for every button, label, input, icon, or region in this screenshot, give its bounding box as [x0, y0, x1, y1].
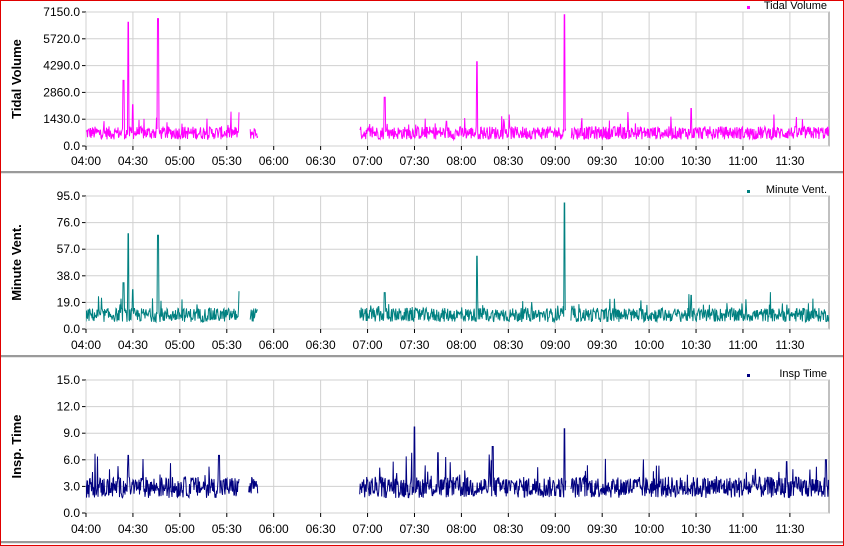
x-tick-label: 08:00	[446, 522, 476, 536]
x-tick-label: 09:00	[540, 338, 570, 352]
x-tick-label: 04:30	[118, 154, 148, 168]
x-tick-label: 10:00	[634, 154, 664, 168]
y-tick-label: 6.0	[63, 453, 80, 467]
x-tick-label: 10:30	[681, 338, 711, 352]
y-tick-label: 3.0	[63, 479, 80, 493]
x-tick-label: 11:00	[728, 338, 757, 352]
y-tick-label: 12.0	[57, 400, 81, 414]
y-tick-label: 7150.0	[43, 5, 80, 19]
y-tick-label: 57.0	[57, 242, 81, 256]
x-tick-label: 07:30	[399, 522, 429, 536]
y-tick-label: 0.0	[63, 506, 80, 520]
x-tick-label: 06:00	[259, 154, 289, 168]
y-tick-label: 15.0	[57, 373, 81, 387]
x-tick-label: 08:30	[493, 154, 523, 168]
x-tick-label: 11:30	[775, 338, 804, 352]
y-tick-label: 9.0	[63, 426, 80, 440]
y-tick-label: 4290.0	[43, 59, 80, 73]
x-tick-label: 10:00	[634, 338, 664, 352]
x-tick-label: 06:30	[306, 338, 336, 352]
x-tick-label: 05:30	[212, 522, 242, 536]
x-tick-label: 09:30	[587, 522, 617, 536]
x-tick-label: 10:00	[634, 522, 664, 536]
x-tick-label: 10:30	[681, 154, 711, 168]
legend-swatch	[747, 6, 750, 9]
y-tick-label: 0.0	[63, 322, 80, 336]
legend-swatch	[747, 374, 750, 377]
x-tick-label: 11:30	[775, 522, 804, 536]
tidal-volume-panel: 0.0 1430.0 2860.0 4290.0 5720.0 7150.0 04:00 04…	[1, 0, 843, 171]
x-tick-label: 10:30	[681, 522, 711, 536]
x-tick-label: 08:30	[493, 338, 523, 352]
y-tick-label: 38.0	[57, 269, 81, 283]
y-tick-label: 76.0	[57, 216, 81, 230]
x-tick-label: 06:00	[259, 522, 289, 536]
x-tick-label: 09:30	[587, 154, 617, 168]
x-tick-label: 07:00	[353, 154, 383, 168]
x-tick-label: 05:30	[212, 154, 242, 168]
y-axis-label: Insp. Time	[9, 414, 24, 478]
x-tick-label: 05:00	[165, 338, 195, 352]
y-tick-label: 0.0	[63, 139, 80, 153]
y-tick-label: 95.0	[57, 189, 81, 203]
y-tick-label: 19.0	[57, 295, 81, 309]
y-tick-label: 5720.0	[43, 32, 80, 46]
x-tick-label: 08:00	[446, 154, 476, 168]
x-tick-label: 08:00	[446, 338, 476, 352]
x-tick-label: 04:30	[118, 522, 148, 536]
x-tick-label: 11:30	[775, 154, 804, 168]
x-tick-label: 07:00	[353, 338, 383, 352]
legend-label: Insp Time	[779, 368, 827, 380]
x-tick-label: 06:00	[259, 338, 289, 352]
x-tick-label: 07:30	[399, 154, 429, 168]
legend-swatch	[747, 190, 750, 193]
y-tick-label: 2860.0	[43, 85, 80, 99]
x-tick-label: 09:00	[540, 522, 570, 536]
tidal-volume-chart: 0.0 1430.0 2860.0 4290.0 5720.0 7150.0 04:00 04…	[9, 0, 830, 168]
x-tick-label: 04:00	[71, 338, 101, 352]
legend-label: Minute Vent.	[766, 184, 827, 196]
insp-time-chart: 0.0 3.0 6.0 9.0 12.0 15.0 04:00 04:30 05:00 05:30…	[9, 368, 830, 536]
x-tick-label: 06:30	[306, 154, 336, 168]
x-tick-label: 11:00	[728, 522, 757, 536]
x-tick-label: 04:00	[71, 522, 101, 536]
x-tick-label: 04:00	[71, 154, 101, 168]
x-tick-label: 07:30	[399, 338, 429, 352]
plot-area	[85, 11, 830, 147]
y-tick-label: 1430.0	[43, 112, 80, 126]
minute-vent-panel: 0.0 19.0 38.0 57.0 76.0 95.0 04:00 04:30 05:00 05…	[1, 174, 843, 355]
minute-vent-chart: 0.0 19.0 38.0 57.0 76.0 95.0 04:00 04:30 05:00 05…	[9, 184, 830, 352]
x-tick-label: 05:00	[165, 522, 195, 536]
panel-divider	[1, 541, 843, 544]
x-tick-label: 08:30	[493, 522, 523, 536]
x-tick-label: 09:30	[587, 338, 617, 352]
y-axis-label: Minute Vent.	[9, 224, 24, 301]
x-tick-label: 09:00	[540, 154, 570, 168]
x-tick-label: 05:00	[165, 154, 195, 168]
y-axis-label: Tidal Volume	[9, 39, 24, 119]
x-tick-label: 11:00	[728, 154, 757, 168]
insp-time-panel: 0.0 3.0 6.0 9.0 12.0 15.0 04:00 04:30 05:00 05:30…	[1, 358, 843, 541]
x-tick-label: 07:00	[353, 522, 383, 536]
x-tick-label: 04:30	[118, 338, 148, 352]
x-tick-label: 05:30	[212, 338, 242, 352]
legend-label: Tidal Volume	[764, 1, 827, 12]
x-tick-label: 06:30	[306, 522, 336, 536]
